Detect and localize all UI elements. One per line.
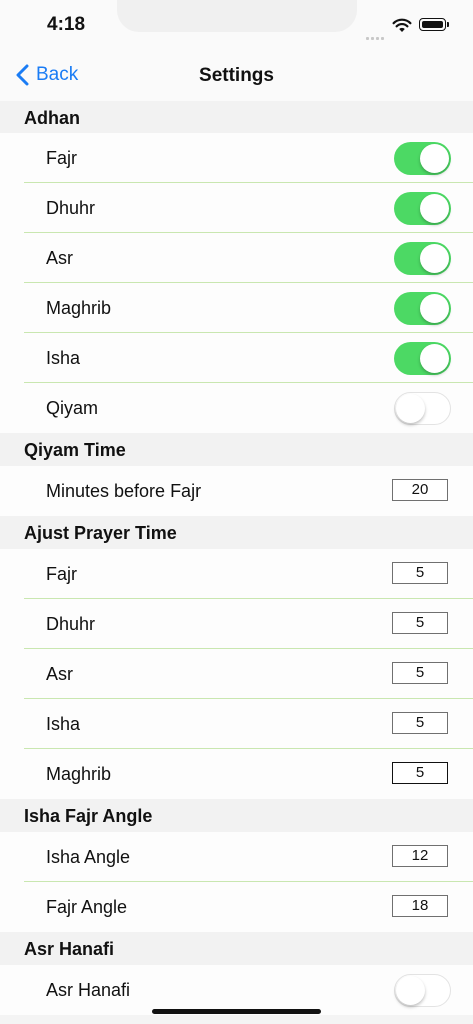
fajr-angle-input[interactable]: 18 — [392, 895, 448, 917]
maghrib-adhan-toggle[interactable] — [394, 292, 451, 325]
adhan-row-fajr: Fajr — [0, 133, 473, 183]
asr-adjust-input[interactable]: 5 — [392, 662, 448, 684]
adhan-row-asr: Asr — [0, 233, 473, 283]
adhan-row-maghrib: Maghrib — [0, 283, 473, 333]
row-label: Asr — [46, 248, 73, 268]
section-header-isha-fajr-angle: Isha Fajr Angle — [0, 799, 473, 832]
qiyam-adhan-toggle[interactable] — [394, 392, 451, 425]
isha-angle-input[interactable]: 12 — [392, 845, 448, 867]
row-label: Fajr — [46, 148, 77, 168]
status-time: 4:18 — [47, 14, 86, 35]
maghrib-adjust-input[interactable]: 5 — [392, 762, 448, 784]
section-header-adjust-prayer-time: Ajust Prayer Time — [0, 516, 473, 549]
adhan-row-qiyam: Qiyam — [0, 383, 473, 433]
wifi-icon — [392, 18, 412, 32]
row-label: Asr — [46, 664, 73, 684]
row-label: Isha — [46, 348, 81, 368]
toggle-knob — [420, 294, 449, 323]
row-label: Qiyam — [46, 398, 99, 418]
section-header-adhan: Adhan — [0, 101, 473, 134]
isha-adhan-toggle[interactable] — [394, 342, 451, 375]
qiyam-minutes-row: Minutes before Fajr 20 — [0, 466, 473, 516]
toggle-knob — [396, 976, 425, 1005]
row-label: Asr Hanafi — [46, 980, 131, 1000]
row-label: Dhuhr — [46, 614, 96, 634]
dhuhr-adjust-input[interactable]: 5 — [392, 612, 448, 634]
row-label: Dhuhr — [46, 198, 96, 218]
adjust-row-asr: Asr 5 — [0, 649, 473, 699]
row-label: Maghrib — [46, 764, 112, 784]
page-title: Settings — [199, 65, 274, 86]
asr-adhan-toggle[interactable] — [394, 242, 451, 275]
adjust-row-fajr: Fajr 5 — [0, 549, 473, 599]
adjust-row-dhuhr: Dhuhr 5 — [0, 599, 473, 649]
adhan-row-isha: Isha — [0, 333, 473, 383]
toggle-knob — [396, 394, 425, 423]
isha-adjust-input[interactable]: 5 — [392, 712, 448, 734]
row-label: Minutes before Fajr — [46, 481, 202, 501]
toggle-knob — [420, 344, 449, 373]
section-header-asr-hanafi: Asr Hanafi — [0, 932, 473, 965]
section-header-qiyam-time: Qiyam Time — [0, 433, 473, 466]
status-bar: 4:18 — [0, 0, 473, 50]
row-label: Isha Angle — [46, 847, 131, 867]
home-indicator[interactable] — [152, 1009, 321, 1014]
navigation-bar: Back Settings — [0, 50, 473, 102]
row-label: Maghrib — [46, 298, 112, 318]
fajr-angle-row: Fajr Angle 18 — [0, 882, 473, 932]
adjust-row-isha: Isha 5 — [0, 699, 473, 749]
row-label: Fajr Angle — [46, 897, 128, 917]
notch — [117, 0, 357, 32]
isha-angle-row: Isha Angle 12 — [0, 832, 473, 882]
asr-hanafi-toggle[interactable] — [394, 974, 451, 1007]
row-label: Isha — [46, 714, 81, 734]
fajr-adhan-toggle[interactable] — [394, 142, 451, 175]
cellular-signal-icon — [366, 27, 386, 45]
fajr-adjust-input[interactable]: 5 — [392, 562, 448, 584]
minutes-before-fajr-input[interactable]: 20 — [392, 479, 448, 501]
dhuhr-adhan-toggle[interactable] — [394, 192, 451, 225]
toggle-knob — [420, 194, 449, 223]
row-label: Fajr — [46, 564, 77, 584]
battery-icon — [419, 18, 449, 31]
asr-hanafi-row: Asr Hanafi — [0, 965, 473, 1015]
toggle-knob — [420, 144, 449, 173]
adhan-row-dhuhr: Dhuhr — [0, 183, 473, 233]
adjust-row-maghrib: Maghrib 5 — [0, 749, 473, 799]
toggle-knob — [420, 244, 449, 273]
